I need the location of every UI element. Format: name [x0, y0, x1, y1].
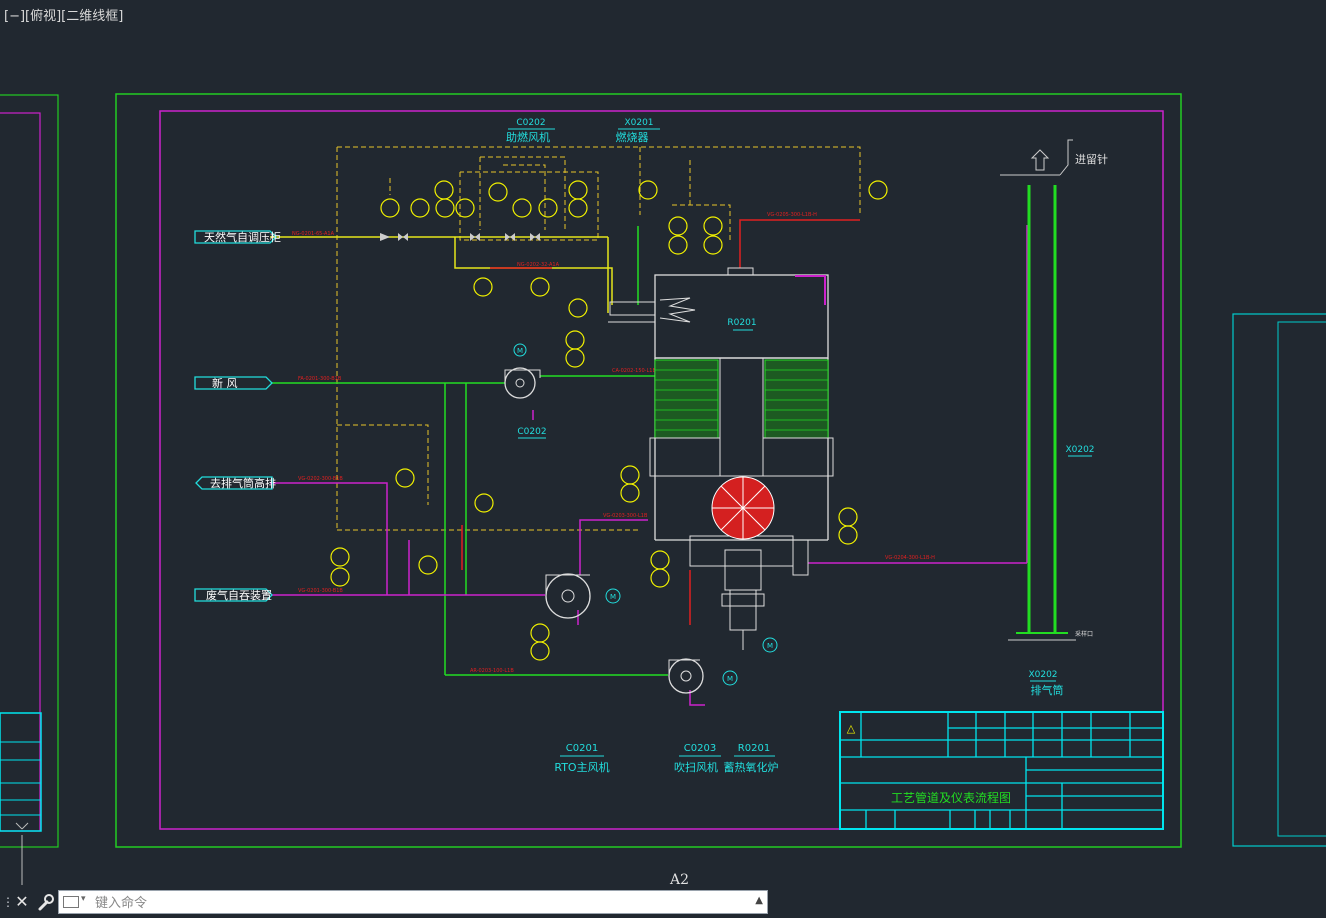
svg-text:VG-0201-300-B1B: VG-0201-300-B1B: [298, 588, 343, 594]
svg-text:VG-0204-300-L1B-H: VG-0204-300-L1B-H: [885, 555, 935, 561]
svg-text:VG-0205-300-L1B-H: VG-0205-300-L1B-H: [767, 212, 817, 218]
x0202-tag: X0202: [1065, 445, 1094, 455]
waste-gas-lines: [270, 225, 1028, 706]
command-line-bar: ⋮ ✕ ▾ ▲: [0, 888, 770, 916]
bottom-c0203-name: 吹扫风机: [674, 760, 718, 774]
c0202-tag: C0202: [516, 118, 545, 128]
command-prompt-icon[interactable]: [63, 896, 79, 908]
sheet-inner-border: [159, 110, 1164, 830]
to-stack-label: 去排气筒高排: [210, 476, 276, 490]
svg-text:M: M: [767, 642, 773, 650]
bottom-c0201-tag: C0201: [566, 743, 598, 754]
x0202-name: 排气筒: [1031, 683, 1064, 697]
x0202-bottom-tag: X0202: [1028, 670, 1057, 680]
bottom-equipment-labels: C0201 RTO主风机 C0203 吹扫风机 R0201 蓄热氧化炉: [554, 743, 778, 774]
stream-inlets: 天然气自调压柜 新 风 去排气筒高排 废气自吞装置: [194, 230, 281, 602]
svg-text:M: M: [727, 675, 733, 683]
fan-c0201: M: [545, 573, 621, 619]
bottom-r0201-name: 蓄热氧化炉: [724, 760, 779, 774]
r0201-tag: R0201: [727, 318, 756, 328]
fan-c0202: M C0202: [504, 343, 547, 439]
waste-gas-label: 废气自吞装置: [206, 588, 272, 602]
bottom-c0201-name: RTO主风机: [554, 760, 609, 774]
svg-text:NG-0202-32-A1A: NG-0202-32-A1A: [517, 262, 560, 268]
natural-gas-label: 天然气自调压柜: [204, 230, 281, 244]
right-adjacent-sheet: [1232, 313, 1326, 847]
fresh-air-line: FA-0201-300-B1B CA-0202-150-L1B AR-0203-…: [272, 368, 668, 676]
fan-c0203: M M: [668, 637, 778, 694]
grip-handle-icon[interactable]: ⋮: [2, 894, 14, 910]
wrench-icon[interactable]: [34, 890, 56, 914]
left-adjacent-sheet: [0, 94, 59, 885]
svg-text:M: M: [517, 347, 523, 355]
stack-vent-label: 进留针: [1075, 152, 1108, 166]
title-block: [839, 711, 1164, 830]
natural-gas-line: NG-0201-65-A1A NG-0202-32-A1A: [270, 231, 613, 313]
chevron-down-icon[interactable]: ▾: [81, 894, 86, 904]
c0202-fan-tag: C0202: [517, 427, 546, 437]
x0201-tag: X0201: [624, 118, 653, 128]
paper-size-label: A2: [670, 872, 690, 888]
svg-text:FA-0201-300-B1B: FA-0201-300-B1B: [298, 376, 342, 382]
fresh-air-label: 新 风: [212, 376, 238, 390]
command-input[interactable]: [93, 892, 737, 914]
bottom-c0203-tag: C0203: [684, 743, 716, 754]
svg-text:VG-0203-300-L1B: VG-0203-300-L1B: [603, 513, 648, 519]
bottom-r0201-tag: R0201: [738, 743, 770, 754]
command-input-box[interactable]: ▾ ▲: [58, 890, 768, 914]
svg-text:CA-0202-150-L1B: CA-0202-150-L1B: [612, 368, 656, 374]
svg-text:VG-0202-300-B1B: VG-0202-300-B1B: [298, 476, 343, 482]
sampling-port-label: 采样口: [1075, 630, 1093, 638]
exhaust-stack-x0202: 进留针 X0202 采样口: [1000, 139, 1108, 641]
cad-drawing-canvas[interactable]: NG-0201-65-A1A NG-0202-32-A1A FA-0201-30…: [0, 0, 1326, 916]
chevron-up-icon[interactable]: ▲: [755, 895, 763, 906]
c0202-name: 助燃风机: [506, 130, 550, 144]
x0201-name: 燃烧器: [616, 130, 649, 144]
svg-text:NG-0201-65-A1A: NG-0201-65-A1A: [292, 231, 335, 237]
svg-text:AR-0203-100-L1B: AR-0203-100-L1B: [470, 668, 514, 674]
sheet-outer-frame: [115, 93, 1182, 848]
close-icon[interactable]: ✕: [12, 890, 32, 914]
drawing-title: 工艺管道及仪表流程图: [891, 790, 1011, 805]
signal-lines: [336, 146, 861, 531]
revision-triangle-icon: △: [847, 722, 856, 735]
rto-furnace-r0201: R0201: [608, 267, 834, 650]
svg-text:M: M: [610, 593, 616, 601]
